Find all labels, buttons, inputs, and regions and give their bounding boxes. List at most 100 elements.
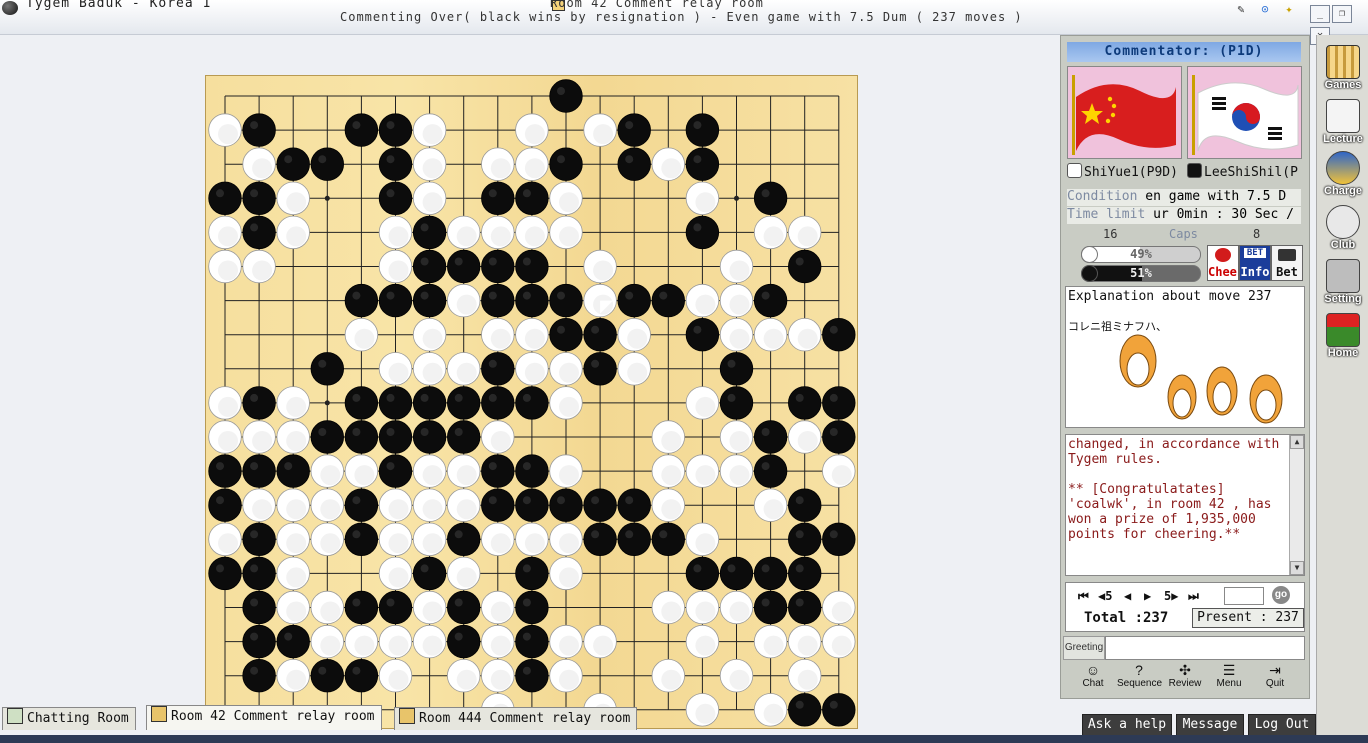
scroll-down-icon[interactable]: ▼ [1290,561,1304,575]
white-stone-shade [456,465,477,486]
black-stone [344,420,379,454]
black-stone [617,488,651,522]
message-button[interactable]: Message [1176,714,1244,736]
search-icon[interactable]: ⊙ [1256,1,1274,17]
black-stone-highlight [761,598,770,607]
room-tabs: Chatting Room Room 42 Comment relay room… [0,705,1060,730]
scroll-up-icon[interactable]: ▲ [1290,435,1304,449]
games-launcher-button[interactable]: Games [1319,45,1367,93]
black-stone [617,113,651,147]
black-stone-highlight [591,530,600,539]
tab-room-444[interactable]: Room 444 Comment relay room [394,707,638,730]
sequence-tool-button[interactable]: ? Sequence [1117,662,1162,692]
chat-tool-button[interactable]: ☺ Chat [1071,662,1115,692]
ask-help-button[interactable]: Ask a help [1082,714,1172,736]
black-stone-highlight [352,666,361,675]
bet-button[interactable]: Bet [1271,245,1303,281]
back-icon[interactable]: ◀ [1124,589,1131,603]
minimize-button[interactable]: _ [1310,5,1330,23]
black-stone [481,488,515,522]
move-navigation: ⏮ ◀5 ◀ ▶ 5▶ ⏭ go Total :237 Present : 23… [1065,582,1305,632]
black-stone [685,147,720,181]
review-tool-button[interactable]: ✣ Review [1163,662,1207,692]
forward-icon[interactable]: ▶ [1144,589,1151,603]
black-stone-highlight [625,530,634,539]
club-launcher-button[interactable]: Club [1319,205,1367,253]
brush-icon[interactable]: ✎ [1232,1,1250,17]
black-stone-icon [1187,163,1202,178]
forward-5-icon[interactable]: 5▶ [1164,589,1178,603]
white-stone-shade [763,499,784,520]
black-stone [549,283,583,318]
black-stone [378,590,413,625]
white-cheer-percent: 49% [1130,247,1152,261]
black-stone-highlight [522,632,531,641]
quit-tool-button[interactable]: ⇥ Quit [1253,662,1297,692]
condition-row: Condition en game with 7.5 D [1067,189,1301,206]
black-stone [242,624,276,659]
last-move-icon[interactable]: ⏭ [1188,589,1199,604]
chat-log[interactable]: changed, in accordance with Tygem rules.… [1065,434,1305,576]
white-stone-shade [729,601,750,622]
logout-button[interactable]: Log Out [1248,714,1316,736]
black-stone [583,522,617,556]
time-limit-row: Time limit ur 0min : 30 Sec / [1067,207,1301,224]
black-stone [719,386,754,420]
back-5-icon[interactable]: ◀5 [1098,589,1112,603]
tab-chatting-room[interactable]: Chatting Room [2,707,136,730]
go-board-grid[interactable] [206,76,857,728]
charge-launcher-button[interactable]: Charge [1319,151,1367,199]
black-stone-highlight [761,564,770,573]
white-stone-shade [661,158,682,179]
maximize-button[interactable]: ❐ [1332,5,1352,23]
black-stone-highlight [557,496,565,505]
white-stone-shade [593,635,614,656]
go-board[interactable] [205,75,858,729]
white-stone-shade [797,431,818,451]
captures-label: Caps [1169,227,1198,241]
white-stone-shade [797,635,818,656]
black-stone [515,283,549,318]
black-stone [822,522,856,556]
chat-scrollbar[interactable]: ▲ ▼ [1289,435,1304,575]
black-stone-highlight [250,666,259,675]
lecture-launcher-button[interactable]: Lecture [1319,99,1367,147]
black-stone-highlight [693,223,702,232]
cheer-button[interactable]: Cheer [1207,245,1239,281]
greeting-button[interactable]: Greeting [1063,636,1105,660]
white-stone-shade [559,192,579,213]
black-stone-highlight [420,564,429,573]
black-stone-highlight [386,291,395,300]
black-stone [481,181,515,215]
white-player-name[interactable]: ShiYue1(P9D) [1067,163,1185,181]
white-stone-shade [320,465,341,486]
white-stone-shade [422,124,443,145]
white-stone-shade [729,260,750,281]
black-stone [651,283,685,318]
setting-launcher-button[interactable]: Setting [1319,259,1367,307]
home-tab-icon [7,708,23,724]
korea-flag-icon [1187,66,1302,159]
black-stone [515,556,549,591]
black-player-name[interactable]: LeeShiShil(P [1187,163,1303,181]
move-number-input[interactable] [1224,587,1264,605]
menu-tool-button[interactable]: ☰ Menu [1207,662,1251,692]
greeting-input[interactable] [1105,636,1305,660]
white-stone-shade [422,601,443,622]
black-stone [515,386,549,420]
review-icon: ✣ [1179,662,1191,678]
white-stone-shade [286,601,307,622]
black-stone [412,283,447,318]
lightbulb-icon[interactable]: ✦ [1280,1,1298,17]
black-stone-highlight [420,257,429,266]
home-launcher-button[interactable]: Home [1319,313,1367,361]
first-move-icon[interactable]: ⏮ [1078,589,1089,604]
tab-room-42[interactable]: Room 42 Comment relay room [146,705,382,730]
go-button[interactable]: go [1272,586,1290,604]
black-stone-highlight [216,564,224,573]
black-stone-highlight [591,325,600,334]
white-stone-shade [763,635,784,656]
bet-info-button[interactable]: BET Info [1239,245,1271,281]
white-stone-shade [729,465,750,486]
white-stone-shade [490,431,511,451]
